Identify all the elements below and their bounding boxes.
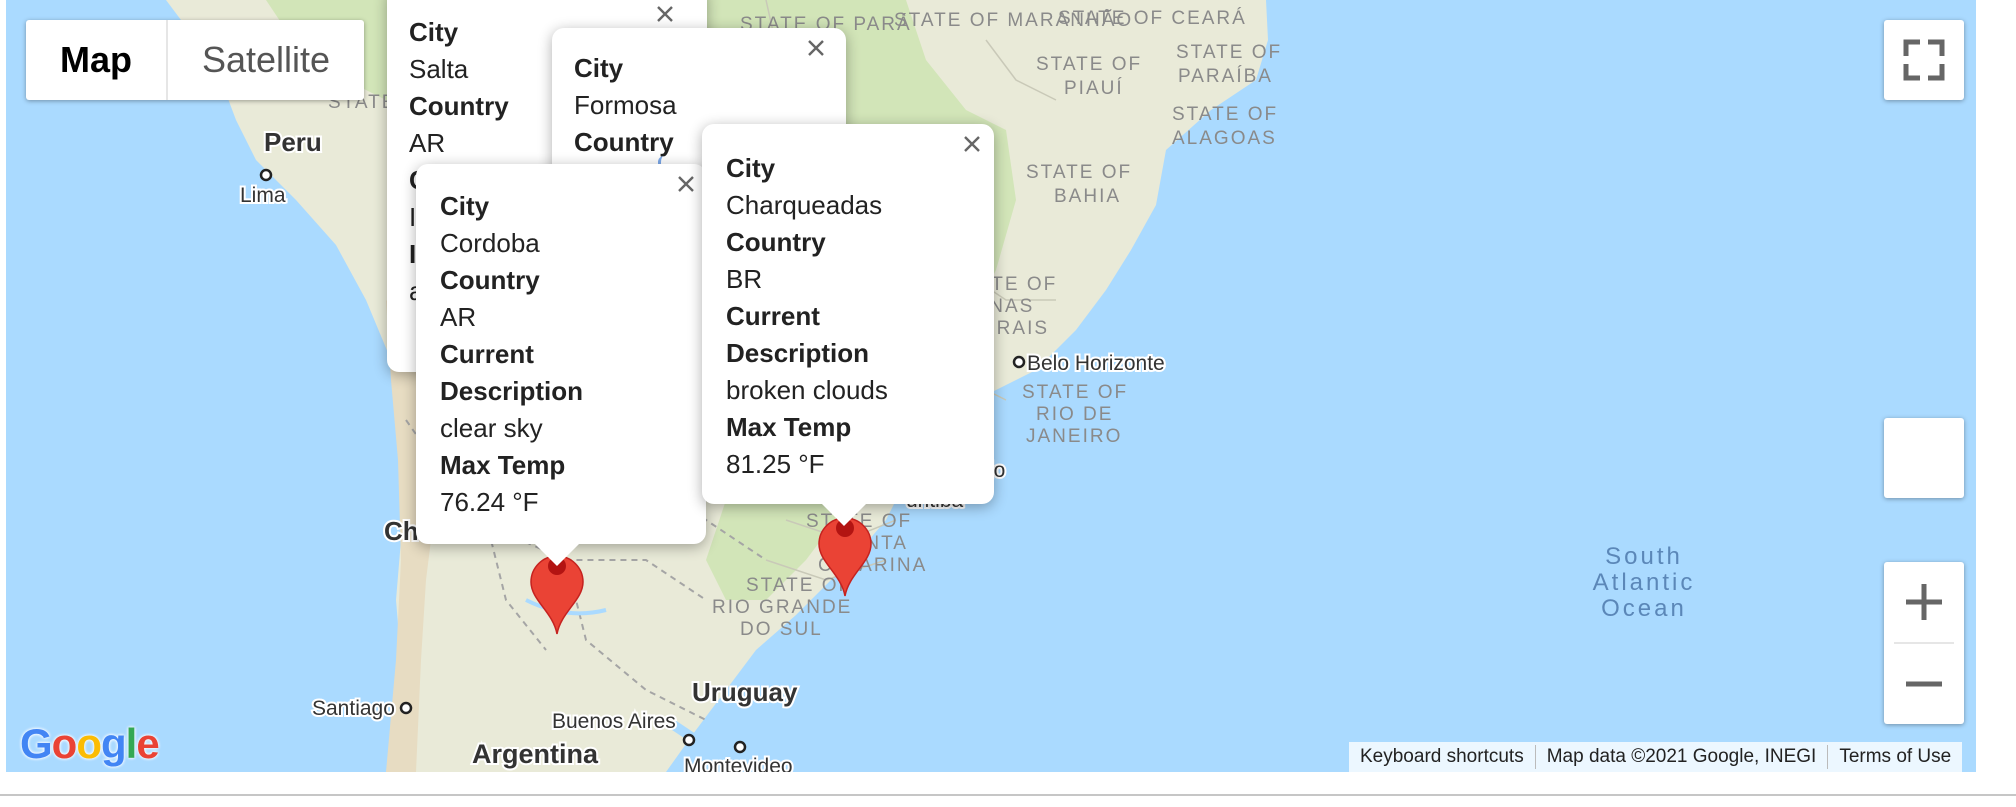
logo-letter: G xyxy=(20,720,53,767)
fullscreen-button[interactable] xyxy=(1884,20,1964,100)
info-window-cordoba: City Cordoba Country AR Current Descript… xyxy=(416,164,706,566)
field-label: Max Temp xyxy=(726,412,852,442)
label-santiago: Santiago xyxy=(312,697,395,720)
label-ocean-2: Atlantic xyxy=(1593,569,1696,596)
label-rio-grande-2: RIO GRANDE xyxy=(712,597,852,618)
label-paraiba-2: PARAÍBA xyxy=(1178,66,1273,87)
field-value: 81.25 °F xyxy=(726,449,825,479)
label-alagoas-1: STATE OF xyxy=(1172,104,1278,125)
label-piaui-1: STATE OF xyxy=(1036,54,1142,75)
map-type-control: Map Satellite xyxy=(26,20,365,100)
label-chile-partial: Ch xyxy=(384,516,419,546)
google-logo[interactable]: Google xyxy=(20,720,160,768)
field-value: BR xyxy=(726,264,763,294)
field-value: clear sky xyxy=(440,413,543,443)
zoom-control xyxy=(1884,562,1964,724)
map-type-map-button[interactable]: Map xyxy=(26,20,166,100)
field-value: Formosa xyxy=(574,90,677,120)
zoom-in-button[interactable] xyxy=(1884,562,1964,642)
minus-icon xyxy=(1906,681,1942,687)
fullscreen-icon xyxy=(1903,39,1945,81)
page-divider xyxy=(0,794,2016,796)
label-uruguay: Uruguay xyxy=(692,677,798,707)
label-ocean-3: Ocean xyxy=(1601,595,1687,622)
label-buenos-aires: Buenos Aires xyxy=(552,710,676,733)
info-window-tail xyxy=(822,504,866,526)
field-label: City xyxy=(440,191,490,221)
label-peru: Peru xyxy=(264,127,322,157)
logo-letter: g xyxy=(100,720,127,767)
label-alagoas-2: ALAGOAS xyxy=(1172,128,1277,149)
field-label: Country xyxy=(440,265,540,295)
label-rio-2: RIO DE xyxy=(1036,404,1113,425)
city-dot-buenos-aires xyxy=(682,733,696,747)
terms-of-use-link[interactable]: Terms of Use xyxy=(1828,746,1962,768)
logo-letter: l xyxy=(125,720,138,767)
field-label: City xyxy=(726,153,776,183)
logo-letter: e xyxy=(136,720,159,767)
field-label: Current Description xyxy=(440,339,584,406)
label-ocean-1: South xyxy=(1605,543,1683,570)
label-bahia-2: BAHIA xyxy=(1054,186,1121,207)
label-bahia-1: STATE OF xyxy=(1026,162,1132,183)
city-dot-lima xyxy=(259,168,273,182)
map-canvas[interactable]: Peru Lima STATE STATE OF PARÁ STATE OF M… xyxy=(6,0,1976,772)
street-view-control[interactable] xyxy=(1884,418,1964,498)
field-value: Cordoba xyxy=(440,228,540,258)
info-window-charqueadas: City Charqueadas Country BR Current Desc… xyxy=(702,124,994,526)
zoom-out-button[interactable] xyxy=(1884,644,1964,724)
map-type-satellite-button[interactable]: Satellite xyxy=(168,20,364,100)
close-icon[interactable] xyxy=(672,170,700,198)
label-montevideo: Montevideo xyxy=(684,755,793,772)
label-belo-horizonte: Belo Horizonte xyxy=(1027,352,1165,375)
field-value: AR xyxy=(440,302,477,332)
map-data-attribution: Map data ©2021 Google, INEGI xyxy=(1546,746,1817,767)
logo-letter: o xyxy=(51,720,78,767)
close-icon[interactable] xyxy=(802,34,830,62)
plus-icon xyxy=(1906,584,1942,620)
label-argentina: Argentina xyxy=(472,739,599,769)
field-value: Charqueadas xyxy=(726,190,883,220)
label-lima: Lima xyxy=(240,184,286,207)
logo-letter: o xyxy=(76,720,102,767)
field-label: City xyxy=(574,53,624,83)
city-dot-montevideo xyxy=(733,740,747,754)
field-value: broken clouds xyxy=(726,375,888,405)
label-rio-grande-1: STATE OF xyxy=(746,575,852,596)
city-dot-santiago xyxy=(399,701,413,715)
city-dot-belo-horizonte xyxy=(1012,355,1026,369)
field-label: Max Temp xyxy=(440,450,566,480)
label-ceara: STATE OF CEARÁ xyxy=(1058,8,1247,29)
label-paraiba-1: STATE OF xyxy=(1176,42,1282,63)
keyboard-shortcuts-link[interactable]: Keyboard shortcuts xyxy=(1349,746,1535,768)
close-icon[interactable] xyxy=(651,0,679,28)
label-rio-grande-3: DO SUL xyxy=(740,619,823,640)
map-footer: Keyboard shortcuts Map data ©2021 Google… xyxy=(1349,742,1963,772)
field-label: Country xyxy=(726,227,826,257)
field-label: Current Description xyxy=(726,301,870,368)
label-piaui-2: PIAUÍ xyxy=(1064,78,1124,99)
field-value: 76.24 °F xyxy=(440,487,539,517)
info-window-tail xyxy=(535,544,579,566)
close-icon[interactable] xyxy=(958,130,986,158)
label-rio-1: STATE OF xyxy=(1022,382,1128,403)
label-rio-3: JANEIRO xyxy=(1026,426,1122,447)
